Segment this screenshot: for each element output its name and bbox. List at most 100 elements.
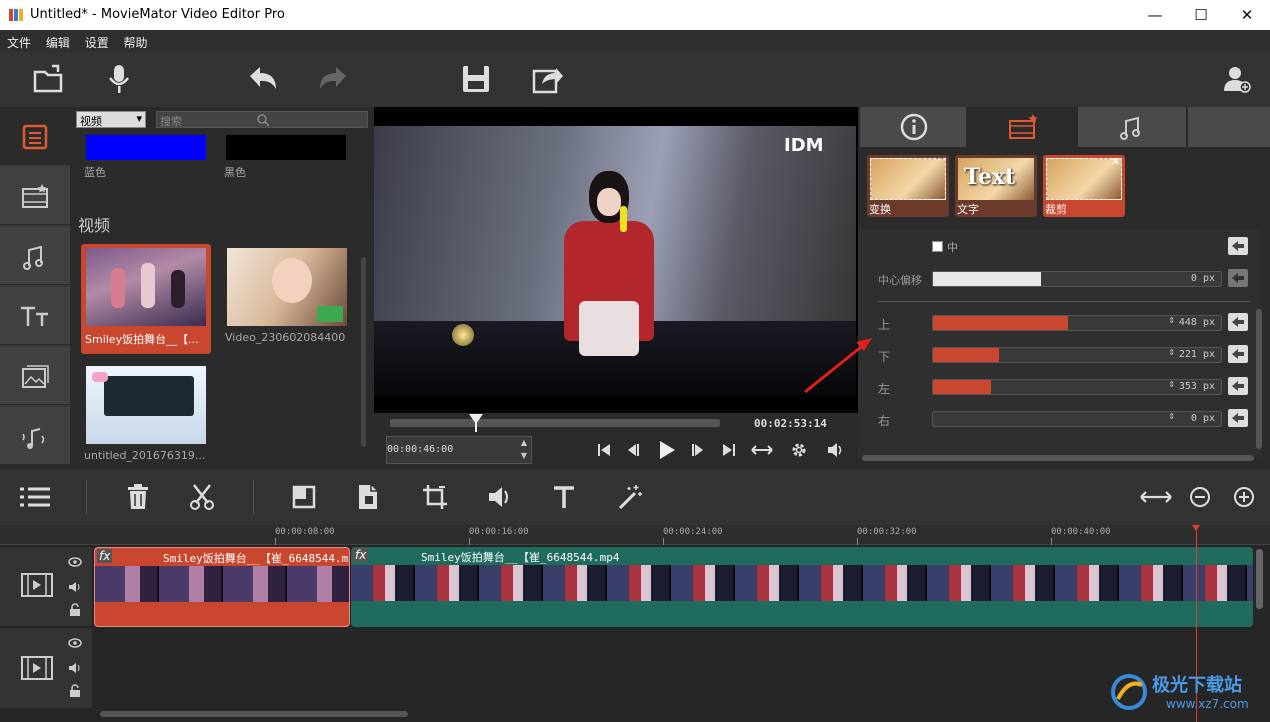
video-item[interactable]: Video_230602084400 [225,244,350,354]
minimize-button[interactable]: — [1132,0,1178,30]
audio-volume-icon[interactable] [487,485,513,509]
zoom-out-icon[interactable] [1189,486,1211,508]
chevron-down-icon: ▾ [136,112,142,125]
props-h-scrollbar[interactable] [862,455,1254,461]
reset-button[interactable] [1228,409,1248,427]
media-scrollbar[interactable] [361,257,366,447]
settings-gear-icon[interactable] [790,441,808,459]
remove-effect-icon[interactable]: ✕ [1111,155,1120,168]
user-account-icon[interactable] [1220,62,1254,96]
magic-wand-icon[interactable] [617,483,643,511]
reset-button[interactable] [1228,237,1248,255]
reset-button[interactable] [1228,377,1248,395]
app-logo-icon [9,9,23,21]
spin-up-icon[interactable]: ▲ [521,438,527,447]
menu-edit[interactable]: 编辑 [39,30,70,51]
nav-media[interactable] [0,107,70,165]
ruler-tick-label: 00:00:16:00 [469,527,529,537]
color-swatch-blue[interactable] [86,135,206,160]
center-checkbox[interactable] [932,241,943,252]
text-icon[interactable] [552,484,576,510]
skip-start-icon[interactable] [596,442,612,458]
tab-info[interactable] [860,107,966,147]
site-url: www.xz7.com [1166,697,1249,711]
scissors-icon[interactable] [189,483,215,511]
reset-button[interactable] [1228,313,1248,331]
speaker-icon[interactable] [68,581,82,593]
tab-video-effects[interactable] [968,107,1076,147]
color-swatch-black[interactable] [226,135,346,160]
video-item[interactable]: untitled_201676319... [81,362,211,462]
reset-button-disabled[interactable] [1228,269,1248,287]
spin-arrows-icon[interactable]: ⇕ [1168,316,1175,325]
close-button[interactable]: ✕ [1224,0,1270,30]
effect-crop[interactable]: ✕ 裁剪 [1043,155,1125,217]
search-icon [257,114,270,127]
play-icon[interactable] [656,439,678,461]
timeline-h-scrollbar[interactable] [100,711,408,717]
undo-icon[interactable] [246,62,280,96]
spin-down-icon[interactable]: ▼ [521,451,527,460]
volume-icon[interactable] [826,442,844,458]
props-scrollbar[interactable] [1256,309,1262,449]
export-icon[interactable] [530,62,564,96]
timeline-clip-selected[interactable]: fx Smiley饭拍舞台__【崔_6648544.mp4 [94,547,350,627]
nav-text[interactable] [0,287,70,345]
crop-slider[interactable]: 0 px ⇕ [932,411,1222,427]
skip-end-icon[interactable] [721,442,737,458]
save-icon[interactable] [459,62,493,96]
fit-timeline-icon[interactable] [1140,488,1172,506]
crop-slider[interactable]: 221 px ⇕ [932,347,1222,363]
menu-help[interactable]: 帮助 [117,30,148,51]
track-header-video-2 [0,628,92,708]
eye-icon[interactable] [68,638,82,648]
media-filter-select[interactable]: 视频 ▾ [76,111,146,128]
media-library-icon [22,124,48,150]
nav-overlay[interactable] [0,347,70,405]
microphone-icon[interactable] [102,62,136,96]
delete-icon[interactable] [126,483,150,511]
preview-scrubber[interactable] [390,419,720,427]
tab-blank[interactable] [1188,107,1270,147]
eye-icon[interactable] [68,557,82,567]
spin-arrows-icon[interactable]: ⇕ [1168,412,1175,421]
redo-icon[interactable] [316,62,350,96]
reset-button[interactable] [1228,345,1248,363]
menu-list-icon[interactable] [18,484,52,510]
timeline-clip[interactable]: fx Smiley饭拍舞台__【崔_6648544.mp4 [351,547,1253,627]
fit-width-icon[interactable] [751,442,773,458]
menu-file[interactable]: 文件 [0,30,31,51]
split-icon[interactable] [292,485,316,509]
timeline-v-scrollbar[interactable] [1256,549,1263,609]
effect-transform[interactable]: 变换 [867,155,949,217]
crop-slider[interactable]: 448 px ⇕ [932,315,1222,331]
speaker-icon[interactable] [68,662,82,674]
open-folder-icon[interactable] [32,62,66,96]
lock-icon[interactable] [69,603,81,616]
lock-icon[interactable] [69,684,81,697]
zoom-in-icon[interactable] [1233,486,1255,508]
prev-frame-icon[interactable] [625,442,641,458]
menu-bar: 文件 编辑 设置 帮助 [0,30,1270,52]
video-item-selected[interactable]: Smiley饭拍舞台__【... [81,244,211,354]
menu-settings[interactable]: 设置 [78,30,109,51]
nav-sound-effects[interactable] [0,407,70,465]
media-search-field[interactable]: 搜索 [156,111,368,128]
copy-icon[interactable] [356,483,380,511]
timecode-spinbox[interactable]: 00:00:46:00 ▲ ▼ [386,436,532,464]
timeline-ruler[interactable]: 00:00:08:00 00:00:16:00 00:00:24:00 00:00:3… [0,525,1270,545]
playhead-marker-icon[interactable] [469,414,483,432]
maximize-button[interactable]: ☐ [1178,0,1224,30]
crop-slider[interactable]: 353 px ⇕ [932,379,1222,395]
tab-audio-effects[interactable] [1078,107,1186,147]
spin-arrows-icon[interactable]: ⇕ [1168,380,1175,389]
nav-video-filters[interactable] [0,167,70,225]
center-offset-slider[interactable]: 0 px [932,271,1222,287]
effect-text[interactable]: Text 文字 [955,155,1037,217]
nav-audio[interactable] [0,227,70,285]
next-frame-icon[interactable] [690,442,706,458]
spin-arrows-icon[interactable]: ⇕ [1168,348,1175,357]
crop-icon[interactable] [421,483,449,511]
clip-title: Smiley饭拍舞台__【崔_6648544.mp4 [421,551,620,564]
reset-icon [1232,413,1244,423]
